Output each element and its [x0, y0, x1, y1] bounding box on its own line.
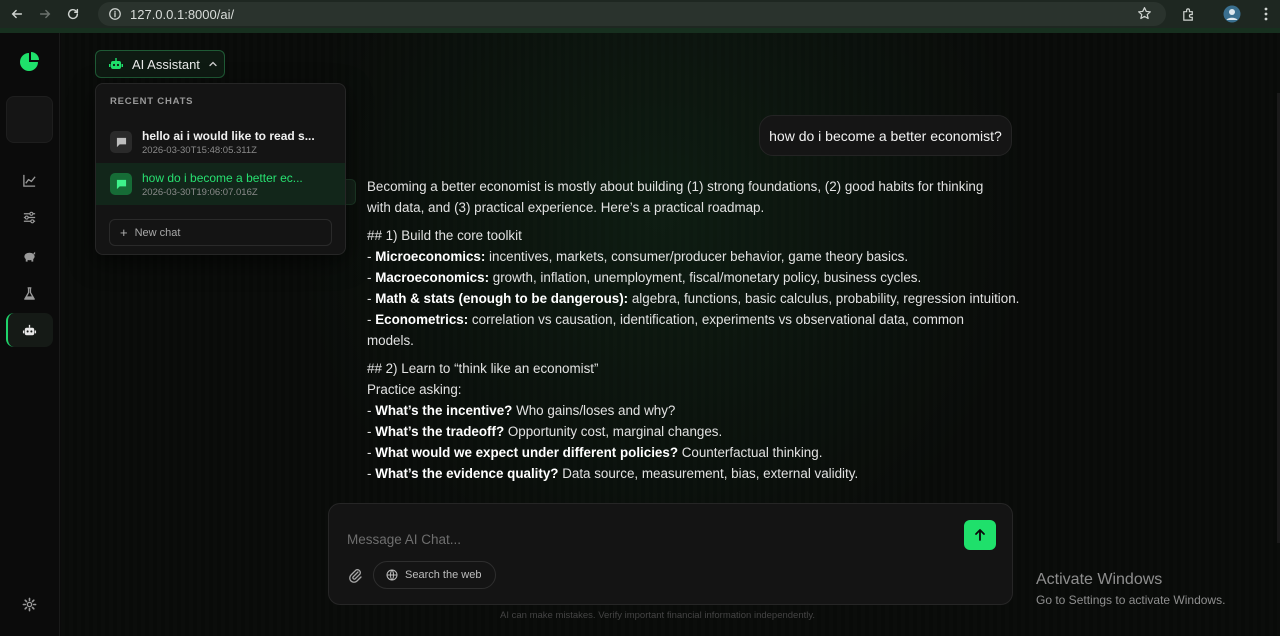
message-composer[interactable]: Message AI Chat... Search the web: [328, 503, 1013, 605]
user-message-text: how do i become a better economist?: [769, 127, 1002, 144]
answer-list-item: - Microeconomics: incentives, markets, c…: [367, 249, 909, 264]
sidebar: [0, 33, 60, 636]
windows-activation-watermark: Activate Windows Go to Settings to activ…: [1036, 571, 1225, 607]
answer-intro-line: Becoming a better economist is mostly ab…: [367, 179, 984, 194]
settings-gear-icon[interactable]: [18, 593, 40, 615]
answer-list-item: - Math & stats (enough to be dangerous):…: [367, 291, 1020, 306]
robot-icon[interactable]: [18, 319, 40, 341]
search-web-toggle[interactable]: Search the web: [373, 561, 496, 589]
assistant-selector-button[interactable]: AI Assistant: [95, 50, 225, 78]
disclaimer-text: AI can make mistakes. Verify important f…: [500, 610, 816, 621]
answer-section-heading: ## 2) Learn to “think like an economist”: [367, 361, 599, 376]
answer-list-item: - What would we expect under different p…: [367, 445, 823, 460]
recent-chat-title: how do i become a better ec...: [142, 170, 303, 185]
watermark-title: Activate Windows: [1036, 571, 1163, 588]
bookmark-star-icon[interactable]: [1137, 6, 1152, 21]
browser-toolbar: 127.0.0.1:8000/ai/: [0, 0, 1280, 28]
assistant-selector-label: AI Assistant: [132, 56, 200, 72]
new-chat-label: New chat: [134, 226, 181, 239]
chat-bubble-icon: [110, 173, 132, 195]
assistant-answer: Becoming a better economist is mostly ab…: [367, 176, 1027, 491]
app-logo-icon[interactable]: [18, 51, 40, 73]
profile-avatar[interactable]: [1221, 3, 1243, 25]
recent-chat-title: hello ai i would like to read s...: [142, 128, 315, 143]
answer-list-item-tail: models.: [367, 333, 414, 348]
globe-icon: [386, 569, 398, 581]
site-info-icon[interactable]: [108, 7, 122, 21]
answer-paragraph: Practice asking:: [367, 382, 462, 397]
watermark-subtitle: Go to Settings to activate Windows.: [1036, 593, 1226, 607]
recent-chat-date: 2026-03-30T19:06:07.016Z: [142, 186, 258, 198]
recent-chat-item-active[interactable]: how do i become a better ec... 2026-03-3…: [96, 163, 345, 205]
flask-icon[interactable]: [18, 282, 40, 304]
address-bar[interactable]: 127.0.0.1:8000/ai/: [98, 2, 1166, 26]
plus-icon: +: [120, 225, 128, 240]
new-chat-button[interactable]: + New chat: [109, 219, 332, 246]
piggy-bank-icon[interactable]: [18, 244, 40, 266]
answer-list-item: - What’s the tradeoff? Opportunity cost,…: [367, 424, 723, 439]
browser-menu-icon[interactable]: [1255, 3, 1277, 25]
recent-chats-dropdown: RECENT CHATS hello ai i would like to re…: [95, 83, 346, 255]
answer-list-item: - Macroeconomics: growth, inflation, une…: [367, 270, 922, 285]
arrow-up-icon: [975, 529, 985, 541]
send-button[interactable]: [964, 520, 996, 550]
user-message-bubble: how do i become a better economist?: [759, 115, 1012, 156]
answer-section-heading: ## 1) Build the core toolkit: [367, 228, 522, 243]
recent-chat-date: 2026-03-30T15:48:05.311Z: [142, 144, 257, 156]
sidebar-workspace-tile[interactable]: [6, 96, 53, 143]
search-web-label: Search the web: [405, 569, 482, 581]
main-panel: AI Assistant RECENT CHATS hello ai i wou…: [61, 33, 1280, 636]
back-icon[interactable]: [6, 3, 28, 25]
answer-intro-line: with data, and (3) practical experience.…: [367, 200, 765, 215]
recent-chat-item[interactable]: hello ai i would like to read s... 2026-…: [96, 121, 345, 163]
sliders-icon[interactable]: [18, 206, 40, 228]
answer-list-item: - What’s the incentive? Who gains/loses …: [367, 403, 676, 418]
url-text[interactable]: 127.0.0.1:8000/ai/: [130, 7, 234, 22]
answer-list-item: - Econometrics: correlation vs causation…: [367, 312, 964, 327]
answer-list-item: - What’s the evidence quality? Data sour…: [367, 466, 859, 481]
reload-icon[interactable]: [62, 3, 84, 25]
chart-line-icon[interactable]: [18, 169, 40, 191]
recent-chats-heading: RECENT CHATS: [110, 96, 194, 107]
chevron-up-icon: [209, 61, 217, 67]
extensions-icon[interactable]: [1177, 3, 1199, 25]
chat-bubble-icon: [110, 131, 132, 153]
message-input[interactable]: Message AI Chat...: [347, 532, 461, 547]
robot-icon: [109, 58, 123, 69]
paperclip-icon[interactable]: [347, 567, 363, 583]
forward-icon[interactable]: [34, 3, 56, 25]
